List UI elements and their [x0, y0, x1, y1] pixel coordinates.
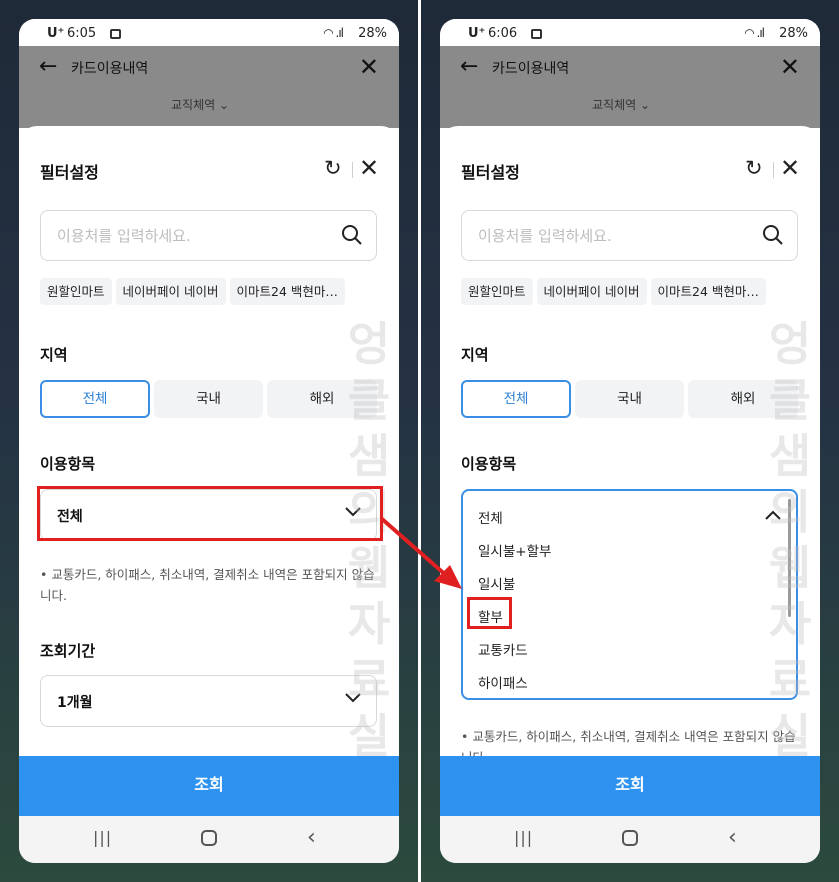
close-icon[interactable]: ✕ — [780, 154, 800, 182]
battery-level: 28% — [358, 26, 387, 41]
category-option[interactable]: 하이패스 — [478, 672, 528, 692]
refresh-icon[interactable]: ↻ — [745, 156, 763, 180]
category-dropdown-open[interactable]: 전체 일시불+할부 일시불 할부 교통카드 하이패스 — [461, 489, 798, 700]
search-field[interactable] — [461, 210, 798, 261]
subtab-label: 교직체역 ⌄ — [171, 98, 230, 112]
search-submit-button[interactable]: 조회 — [19, 756, 399, 816]
recent-chip[interactable]: 이마트24 백현마… — [650, 278, 766, 305]
search-input[interactable] — [57, 224, 327, 248]
nav-back-icon[interactable]: ‹ — [307, 825, 316, 850]
category-option[interactable]: 교통카드 — [478, 639, 528, 659]
recent-apps-icon[interactable]: ||| — [514, 828, 533, 847]
header-divider — [352, 162, 353, 178]
recent-apps-icon[interactable]: ||| — [93, 828, 112, 847]
search-input[interactable] — [478, 224, 748, 248]
watermark-char: 엉 — [768, 317, 812, 371]
home-icon[interactable] — [201, 830, 217, 846]
filter-sheet: 필터설정 ↻ ✕ 원할인마트네이버페이 네이버이마트24 백현마… 지역 전체 … — [440, 126, 820, 756]
exclusion-note: • 교통카드, 하이패스, 취소내역, 결제취소 내역은 포함되지 않습니다. — [40, 567, 375, 603]
region-option-domestic[interactable]: 국내 — [154, 380, 263, 418]
region-label: 지역 — [40, 346, 68, 364]
back-arrow-icon[interactable]: ← — [39, 54, 57, 79]
search-icon[interactable] — [341, 224, 363, 246]
category-option[interactable]: 일시불 — [478, 573, 515, 593]
system-nav-bar: ||| ‹ — [19, 816, 399, 863]
recent-chip[interactable]: 네이버페이 네이버 — [115, 278, 226, 305]
back-arrow-icon[interactable]: ← — [460, 54, 478, 79]
header-divider — [773, 162, 774, 178]
highlight-installment-option — [467, 597, 512, 629]
recent-chip[interactable]: 네이버페이 네이버 — [536, 278, 647, 305]
chevron-up-icon[interactable] — [764, 507, 782, 525]
category-label: 이용항목 — [461, 455, 517, 473]
status-time: 6:05 — [67, 26, 97, 41]
home-icon[interactable] — [622, 830, 638, 846]
category-option[interactable]: 일시불+할부 — [478, 540, 551, 560]
recent-chip[interactable]: 이마트24 백현마… — [229, 278, 345, 305]
refresh-icon[interactable]: ↻ — [324, 156, 342, 180]
sheet-title: 필터설정 — [461, 163, 520, 182]
subtab-label: 교직체역 ⌄ — [592, 98, 651, 112]
region-label: 지역 — [461, 346, 489, 364]
recent-search-chips: 원할인마트 네이버페이 네이버 이마트24 백현마… — [461, 278, 801, 306]
gallery-icon — [110, 29, 121, 39]
carrier-label: U⁺ — [468, 26, 486, 41]
region-option-domestic[interactable]: 국내 — [575, 380, 684, 418]
period-value: 1개월 — [57, 695, 93, 711]
system-nav-bar: ||| ‹ — [440, 816, 820, 863]
watermark-char: 샘 — [347, 429, 391, 483]
search-submit-button[interactable]: 조회 — [440, 756, 820, 816]
wifi-signal-icon: ◠ .ıl — [744, 26, 765, 40]
chevron-down-icon — [345, 693, 361, 703]
status-bar: U⁺ 6:06 ◠ .ıl 28% — [440, 19, 820, 46]
phone-left: U⁺ 6:05 ◠ .ıl 28% ← 카드이용내역 ✕ 교직체역 ⌄ 필터설정… — [19, 19, 399, 863]
period-label: 조회기간 — [40, 642, 96, 660]
carrier-label: U⁺ — [47, 26, 65, 41]
search-field[interactable] — [40, 210, 377, 261]
region-option-overseas[interactable]: 해외 — [688, 380, 798, 418]
recent-search-chips: 원할인마트 네이버페이 네이버 이마트24 백현마… — [40, 278, 380, 306]
close-icon[interactable]: ✕ — [359, 53, 379, 81]
sheet-title: 필터설정 — [40, 163, 99, 182]
annotation-arrow-icon — [380, 517, 462, 589]
listbox-scrollbar[interactable] — [788, 499, 791, 617]
app-bar: ← 카드이용내역 ✕ 교직체역 ⌄ — [19, 46, 399, 128]
search-icon[interactable] — [762, 224, 784, 246]
exclusion-note: • 교통카드, 하이패스, 취소내역, 결제취소 내역은 포함되지 않습니다. — [461, 729, 796, 756]
page-title: 카드이용내역 — [71, 61, 149, 77]
recent-chip[interactable]: 원할인마트 — [40, 278, 112, 305]
app-bar: ← 카드이용내역 ✕ 교직체역 ⌄ — [440, 46, 820, 128]
screenshot-divider — [418, 0, 421, 882]
wifi-signal-icon: ◠ .ıl — [323, 26, 344, 40]
phone-right: U⁺ 6:06 ◠ .ıl 28% ← 카드이용내역 ✕ 교직체역 ⌄ 필터설정… — [440, 19, 820, 863]
recent-chip[interactable]: 원할인마트 — [461, 278, 533, 305]
status-time: 6:06 — [488, 26, 518, 41]
watermark-char: 샘 — [768, 429, 812, 483]
category-option[interactable]: 전체 — [478, 507, 503, 527]
highlight-category-dropdown — [37, 486, 383, 541]
status-bar: U⁺ 6:05 ◠ .ıl 28% — [19, 19, 399, 46]
category-label: 이용항목 — [40, 455, 96, 473]
page-title: 카드이용내역 — [492, 61, 570, 77]
region-option-all[interactable]: 전체 — [40, 380, 150, 418]
close-icon[interactable]: ✕ — [780, 53, 800, 81]
nav-back-icon[interactable]: ‹ — [728, 825, 737, 850]
battery-level: 28% — [779, 26, 808, 41]
watermark-char: 엉 — [347, 317, 391, 371]
region-option-overseas[interactable]: 해외 — [267, 380, 377, 418]
period-dropdown[interactable]: 1개월 — [40, 675, 377, 727]
region-option-all[interactable]: 전체 — [461, 380, 571, 418]
filter-sheet: 필터설정 ↻ ✕ 원할인마트네이버페이 네이버이마트24 백현마… 지역 전체 … — [19, 126, 399, 756]
gallery-icon — [531, 29, 542, 39]
close-icon[interactable]: ✕ — [359, 154, 379, 182]
